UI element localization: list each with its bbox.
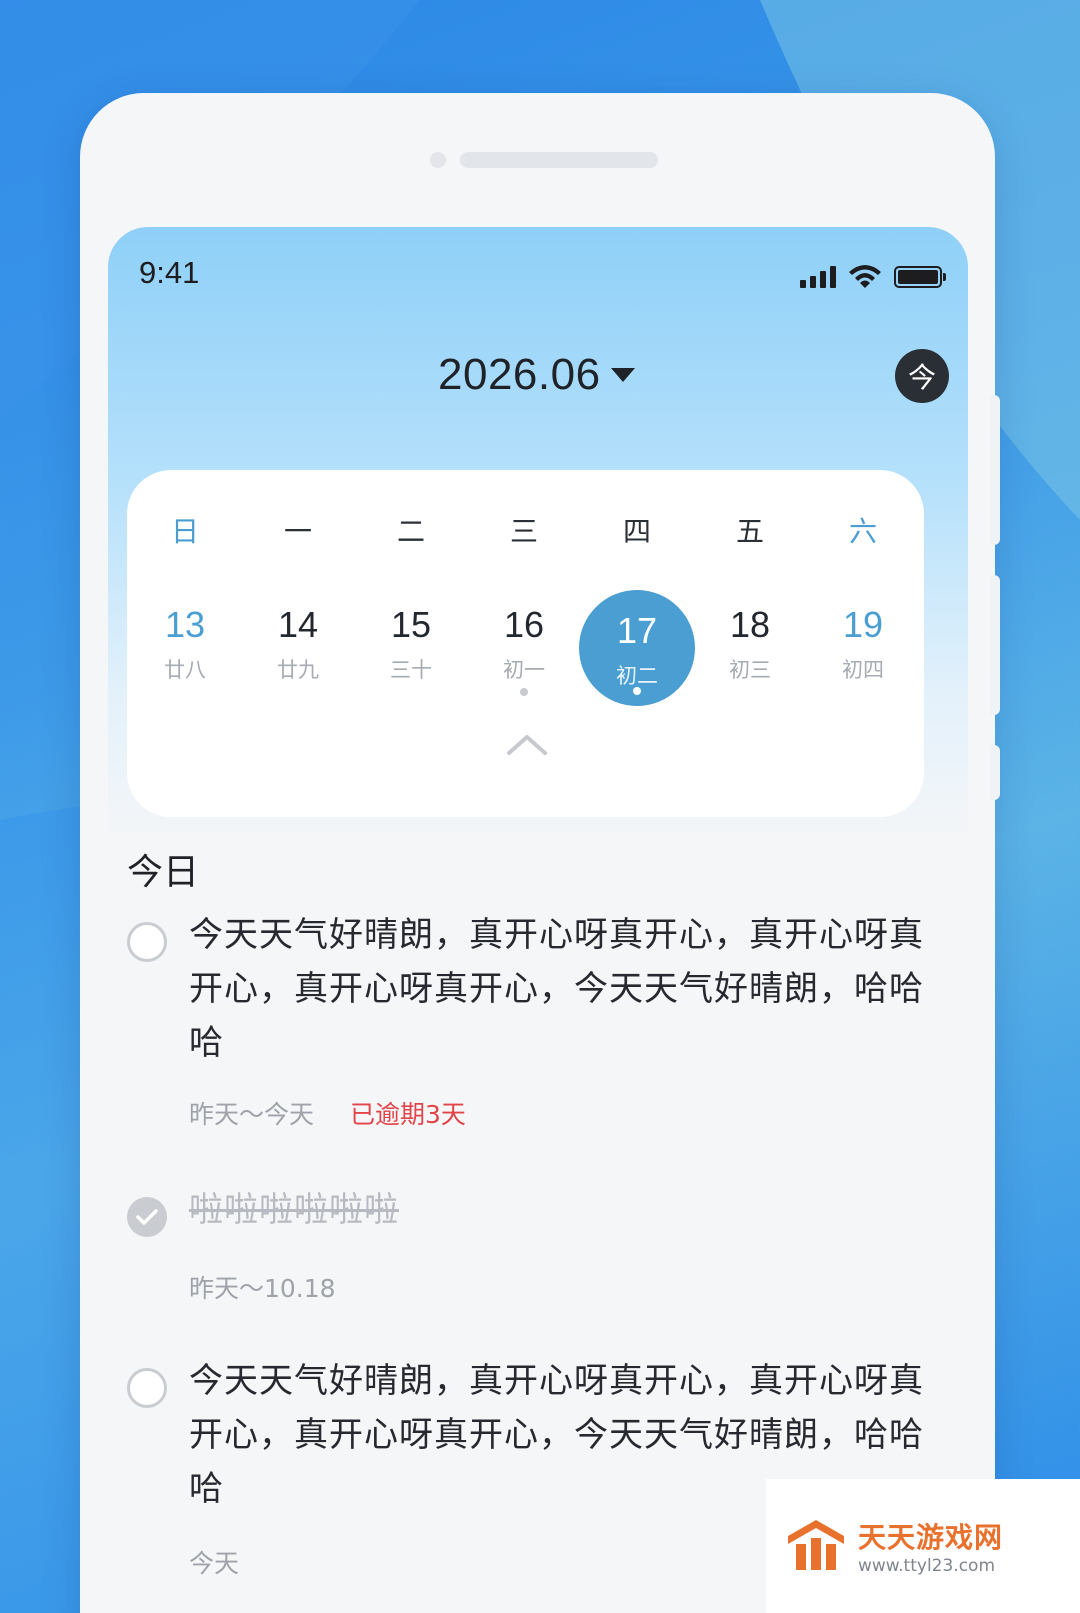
date-cell[interactable]: 13 廿八 (128, 582, 242, 700)
phone-side-button (990, 745, 1000, 800)
phone-speaker (460, 152, 658, 168)
event-dot (520, 688, 528, 696)
date-cell[interactable]: 14 廿九 (241, 582, 355, 700)
status-icons (800, 263, 946, 291)
lunar-date: 初四 (842, 658, 884, 682)
task-text: 今天天气好晴朗，真开心呀真开心，真开心呀真开心，真开心呀真开心，今天天气好晴朗，… (189, 915, 924, 1063)
date-number: 16 (503, 604, 545, 645)
battery-icon (894, 266, 946, 288)
date-number: 19 (842, 604, 884, 645)
task-item-done[interactable]: 啦啦啦啦啦啦 昨天～10.18 (127, 1190, 927, 1307)
task-checkbox[interactable] (127, 1368, 167, 1408)
weekday-label: 一 (283, 515, 312, 548)
task-date-range: 昨天～今天 (189, 1100, 315, 1129)
month-selector[interactable]: 2026.06 (438, 347, 635, 403)
date-number: 14 (277, 604, 319, 645)
phone-camera (430, 152, 446, 168)
task-checkbox[interactable] (127, 922, 167, 962)
watermark-title: 天天游戏网 (858, 1521, 1004, 1554)
lunar-date: 廿九 (277, 658, 319, 682)
calendar-card: 日 一 二 三 四 五 六 13 廿八 14 廿九 15 三十 16 初一 17… (127, 470, 924, 817)
weekday-label: 三 (509, 515, 538, 548)
caret-down-icon (610, 368, 635, 382)
task-meta: 昨天～今天 已逾期3天 (189, 1095, 466, 1131)
site-watermark: 天天游戏网 www.ttyl23.com (766, 1479, 1080, 1613)
weekday-label: 二 (396, 515, 425, 548)
task-meta: 今天 (189, 1544, 239, 1580)
weekday-row: 日 一 二 三 四 五 六 (127, 510, 924, 550)
date-cell[interactable]: 16 初一 (467, 582, 581, 700)
lunar-date: 三十 (390, 658, 432, 682)
date-cell-selected[interactable]: 17 初二 (579, 590, 695, 706)
date-number: 15 (390, 604, 432, 645)
task-item[interactable]: 今天天气好晴朗，真开心呀真开心，真开心呀真开心，真开心呀真开心，今天天气好晴朗，… (127, 915, 927, 1132)
weekday-label: 日 (170, 515, 199, 548)
date-cell[interactable]: 19 初四 (806, 582, 920, 700)
task-date-range: 昨天～10.18 (189, 1274, 336, 1303)
weekday-label: 四 (622, 515, 651, 548)
date-cell[interactable]: 18 初三 (693, 582, 807, 700)
date-number: 13 (164, 604, 206, 645)
month-label: 2026.06 (438, 350, 601, 399)
section-title-today: 今日 (127, 852, 200, 893)
task-meta: 昨天～10.18 (189, 1269, 336, 1305)
date-row: 13 廿八 14 廿九 15 三十 16 初一 17 初二 18 初三 19 初… (127, 582, 924, 712)
app-screen: 9:41 2026.06 今 日 一 二 三 四 五 六 13 廿八 14 廿九… (108, 227, 968, 1613)
date-number: 18 (729, 604, 771, 645)
lunar-date: 初三 (729, 658, 771, 682)
site-logo-icon (788, 1520, 844, 1570)
overdue-badge: 已逾期3天 (350, 1100, 466, 1129)
lunar-date: 廿八 (164, 658, 206, 682)
watermark-url: www.ttyl23.com (858, 1556, 996, 1576)
signal-icon (800, 266, 836, 288)
today-button[interactable]: 今 (895, 349, 949, 403)
wifi-icon (849, 265, 881, 288)
weekday-label: 六 (848, 515, 877, 548)
task-date-range: 今天 (189, 1549, 240, 1578)
phone-side-button (990, 575, 1000, 715)
date-number: 17 (616, 610, 658, 651)
task-text: 啦啦啦啦啦啦 (189, 1190, 399, 1230)
chevron-up-icon[interactable] (507, 732, 547, 756)
status-time: 9:41 (139, 255, 200, 290)
lunar-date: 初二 (616, 664, 658, 688)
lunar-date: 初一 (503, 658, 545, 682)
phone-side-button (990, 395, 1000, 545)
task-checkbox-checked[interactable] (127, 1197, 167, 1237)
event-dot (633, 687, 641, 695)
check-icon (136, 1209, 158, 1225)
weekday-label: 五 (735, 515, 764, 548)
date-cell[interactable]: 15 三十 (354, 582, 468, 700)
